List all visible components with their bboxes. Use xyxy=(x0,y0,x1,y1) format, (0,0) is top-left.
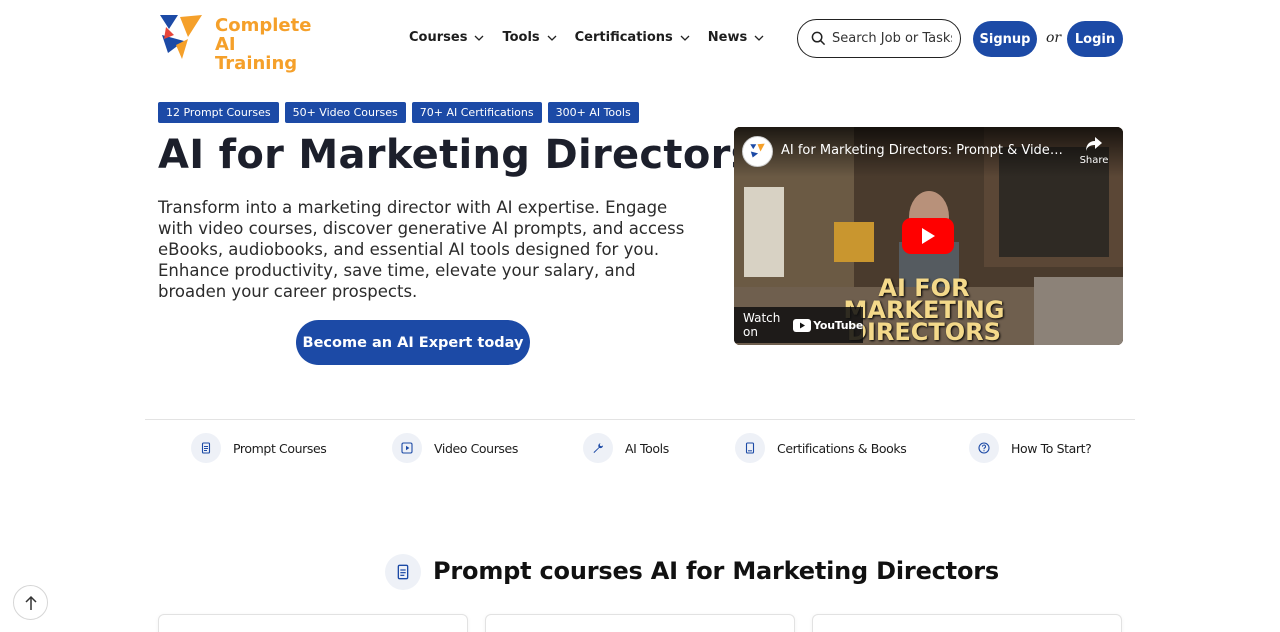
question-icon xyxy=(969,433,999,463)
become-expert-button[interactable]: Become an AI Expert today xyxy=(296,320,530,365)
or-text: or xyxy=(1046,30,1062,46)
nav-certifications-label: Certifications xyxy=(574,30,673,45)
page-title: AI for Marketing Directors xyxy=(158,132,755,178)
arrow-up-icon xyxy=(24,595,37,610)
youtube-label: YouTube xyxy=(813,318,863,332)
site-header: Complete AI Training Courses Tools Certi… xyxy=(0,0,1280,78)
chevron-down-icon xyxy=(680,35,690,41)
logo-line2: AI Training xyxy=(215,34,298,74)
logo-line1: Complete xyxy=(215,15,312,36)
search-icon xyxy=(811,31,826,46)
youtube-logo: YouTube xyxy=(793,318,863,332)
section-title: Prompt courses AI for Marketing Director… xyxy=(433,557,999,585)
chevron-down-icon xyxy=(474,35,484,41)
tag-ai-tools[interactable]: 300+ AI Tools xyxy=(547,102,639,123)
course-card[interactable] xyxy=(485,614,795,632)
tag-video-courses[interactable]: 50+ Video Courses xyxy=(284,102,406,123)
channel-avatar[interactable] xyxy=(742,136,773,167)
search-box[interactable] xyxy=(797,19,961,58)
signup-button[interactable]: Signup xyxy=(973,21,1037,57)
watch-on-label: Watch on xyxy=(743,311,781,339)
wrench-icon xyxy=(583,433,613,463)
share-label: Share xyxy=(1079,155,1109,166)
channel-logo-icon xyxy=(750,143,765,158)
category-prompt-courses[interactable]: Prompt Courses xyxy=(191,433,327,463)
category-certifications-books[interactable]: Certifications & Books xyxy=(735,433,907,463)
nav-tools-label: Tools xyxy=(502,30,540,45)
login-button[interactable]: Login xyxy=(1067,21,1123,57)
nav-news-label: News xyxy=(707,30,748,45)
video-title[interactable]: AI for Marketing Directors: Prompt & Vid… xyxy=(781,143,1066,158)
category-ai-tools[interactable]: AI Tools xyxy=(583,433,669,463)
nav-certifications[interactable]: Certifications xyxy=(575,30,691,45)
tag-certifications[interactable]: 70+ AI Certifications xyxy=(411,102,542,123)
watch-on-youtube-button[interactable]: Watch on YouTube xyxy=(734,307,863,343)
logo-mark-icon xyxy=(160,15,202,59)
search-input[interactable] xyxy=(832,31,952,46)
category-video-courses[interactable]: Video Courses xyxy=(392,433,518,463)
book-icon xyxy=(735,433,765,463)
logo[interactable]: Complete AI Training xyxy=(158,13,311,73)
logo-text: Complete AI Training xyxy=(215,16,311,73)
youtube-icon xyxy=(793,318,812,332)
document-icon xyxy=(191,433,221,463)
course-card[interactable] xyxy=(158,614,468,632)
nav-courses[interactable]: Courses xyxy=(409,30,485,45)
category-video-courses-label: Video Courses xyxy=(434,440,518,456)
share-icon xyxy=(1086,137,1102,151)
course-card[interactable] xyxy=(812,614,1122,632)
divider xyxy=(145,419,1135,420)
document-icon xyxy=(385,554,421,590)
chevron-down-icon xyxy=(547,35,557,41)
play-icon xyxy=(392,433,422,463)
category-certifications-books-label: Certifications & Books xyxy=(777,440,907,456)
play-icon[interactable] xyxy=(902,218,954,254)
share-button[interactable]: Share xyxy=(1071,136,1117,166)
chevron-down-icon xyxy=(754,35,764,41)
nav-tools[interactable]: Tools xyxy=(502,30,557,45)
category-how-to-start[interactable]: How To Start? xyxy=(969,433,1092,463)
video-embed[interactable]: AI for Marketing Directors: Prompt & Vid… xyxy=(734,127,1123,345)
back-to-top-button[interactable] xyxy=(13,585,48,620)
hero-tags: 12 Prompt Courses 50+ Video Courses 70+ … xyxy=(158,102,645,123)
nav-news[interactable]: News xyxy=(708,30,765,45)
main-nav: Courses Tools Certifications News xyxy=(409,30,782,45)
tag-prompt-courses[interactable]: 12 Prompt Courses xyxy=(158,102,279,123)
category-prompt-courses-label: Prompt Courses xyxy=(233,440,327,456)
category-ai-tools-label: AI Tools xyxy=(625,440,669,456)
category-how-to-start-label: How To Start? xyxy=(1011,440,1092,456)
hero-description: Transform into a marketing director with… xyxy=(158,198,685,301)
nav-courses-label: Courses xyxy=(409,30,468,45)
